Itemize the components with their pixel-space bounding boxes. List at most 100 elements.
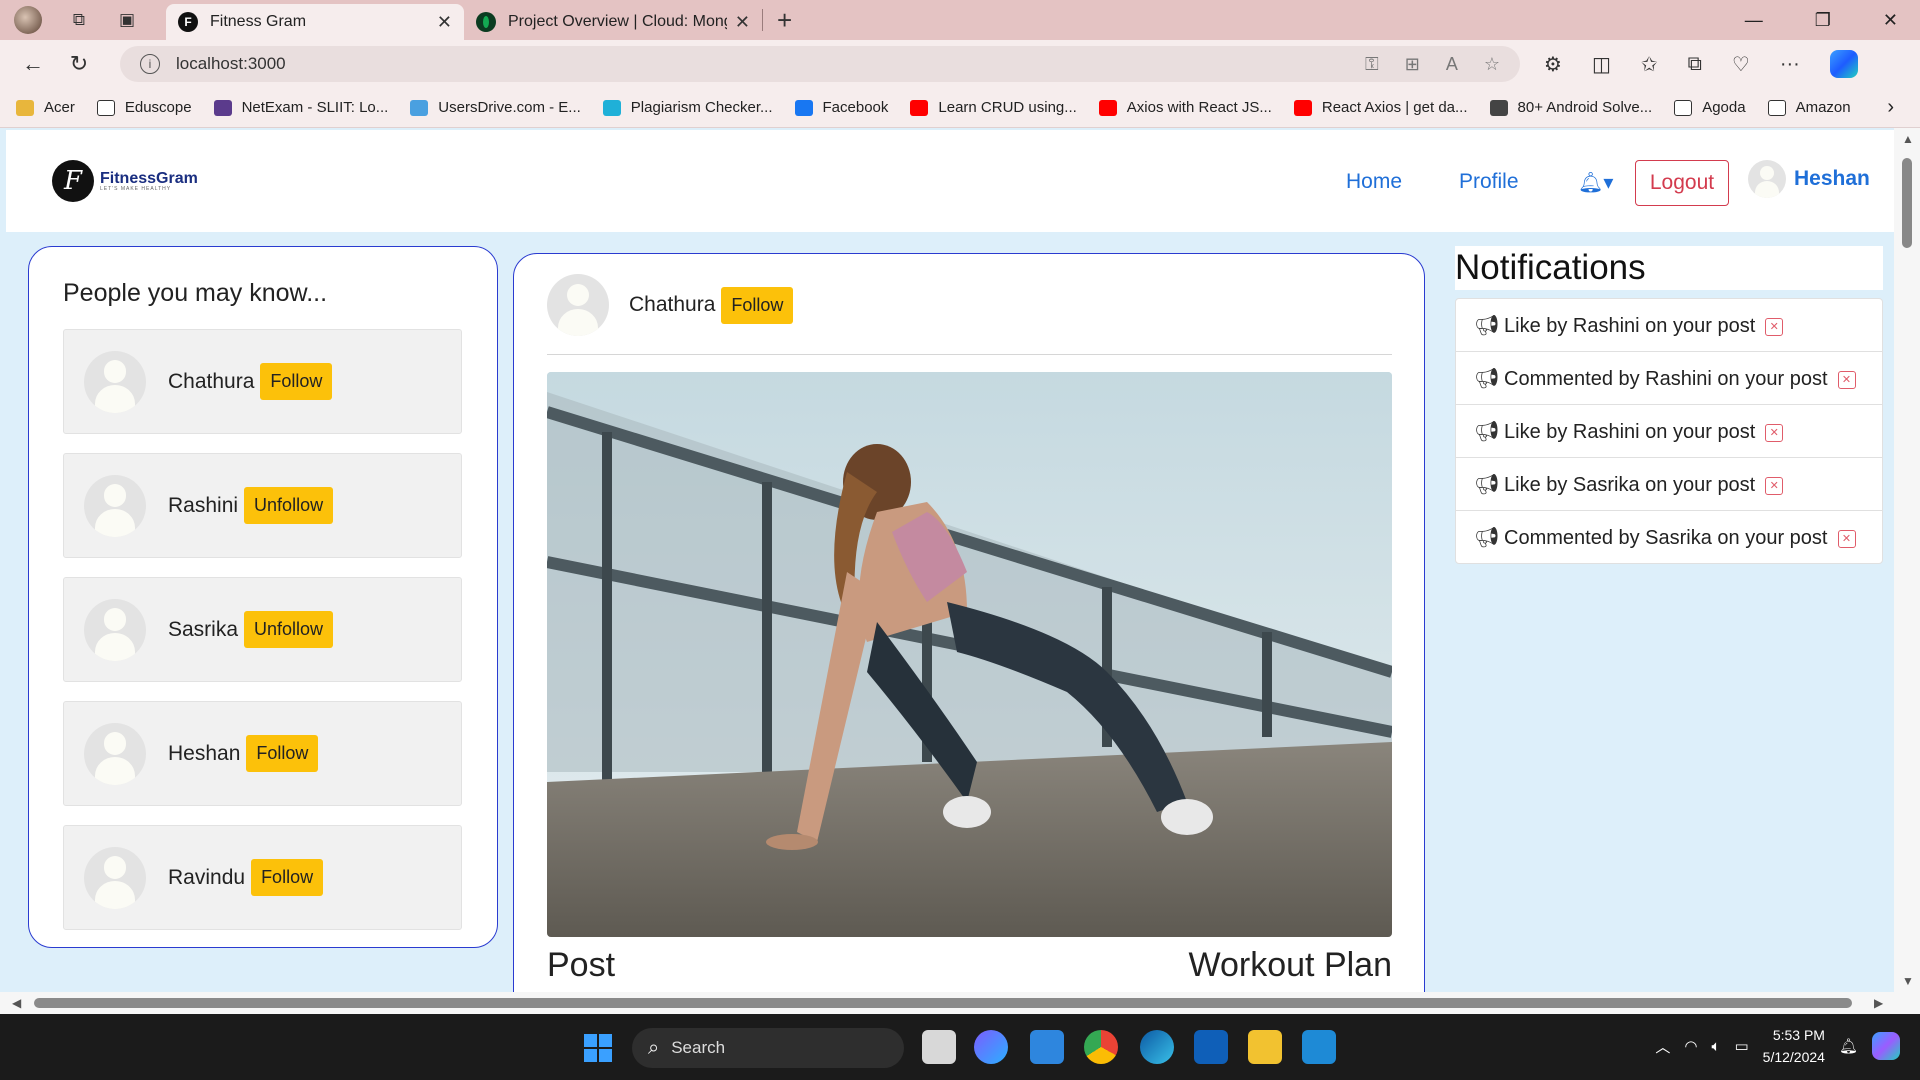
more-options-icon[interactable]: ··· (1780, 53, 1800, 76)
person-name[interactable]: Rashini (168, 494, 238, 518)
extensions-icon[interactable]: ⚙ (1544, 52, 1562, 77)
bookmark-label: Facebook (822, 99, 889, 116)
post-image-woman-workout[interactable] (547, 372, 1392, 937)
new-tab-button[interactable]: + (777, 5, 792, 36)
follow-button[interactable]: Follow (246, 735, 319, 772)
task-view-icon[interactable] (922, 1030, 956, 1064)
person-name[interactable]: Sasrika (168, 618, 238, 642)
bookmark-item[interactable]: Eduscope (96, 99, 192, 116)
tab-fitness-gram[interactable]: F Fitness Gram ✕ (166, 4, 464, 40)
bookmark-item[interactable]: Learn CRUD using... (910, 99, 1077, 116)
delete-notification-icon[interactable]: ✕ (1765, 476, 1784, 495)
minimize-icon[interactable]: — (1745, 10, 1763, 31)
nav-profile-link[interactable]: Profile (1459, 170, 1519, 194)
scroll-down-arrow-icon[interactable]: ▼ (1902, 974, 1914, 988)
person-avatar[interactable] (84, 474, 146, 537)
notification-text: Like by Sasrika on your post (1504, 474, 1756, 496)
person-avatar[interactable] (84, 350, 146, 413)
person-avatar[interactable] (84, 722, 146, 785)
post-author-avatar[interactable] (547, 274, 609, 336)
scroll-left-arrow-icon[interactable]: ◀ (12, 996, 21, 1010)
back-icon[interactable]: ← (10, 51, 56, 77)
windows-start-icon[interactable] (584, 1034, 612, 1062)
unfollow-button[interactable]: Unfollow (244, 487, 334, 524)
horizontal-scroll-thumb[interactable] (34, 998, 1852, 1008)
post-author-name[interactable]: Chathura (629, 293, 715, 317)
app-available-icon[interactable]: ⊞ (1405, 54, 1420, 75)
bookmark-item[interactable]: Axios with React JS... (1098, 99, 1272, 116)
bookmark-label: React Axios | get da... (1321, 99, 1468, 116)
read-aloud-icon[interactable]: A (1446, 54, 1458, 75)
person-avatar[interactable] (84, 846, 146, 909)
file-explorer-icon[interactable] (1248, 1030, 1282, 1064)
delete-notification-icon[interactable]: ✕ (1837, 529, 1856, 548)
nav-home-link[interactable]: Home (1346, 170, 1402, 194)
workout-plan-tab-label[interactable]: Workout Plan (1189, 946, 1392, 985)
clock[interactable]: 5:53 PM 5/12/2024 (1763, 1024, 1825, 1068)
notification-bell-icon[interactable]: 🔔︎ (1839, 1037, 1858, 1055)
reload-icon[interactable]: ↻ (56, 51, 102, 77)
bookmark-item[interactable]: React Axios | get da... (1293, 99, 1468, 116)
post-tab-label[interactable]: Post (547, 946, 615, 985)
workspaces-icon[interactable]: ⧉ (68, 9, 90, 31)
password-key-icon[interactable]: ⚿ (1365, 54, 1379, 75)
favorite-star-icon[interactable]: ☆ (1484, 54, 1500, 75)
restore-icon[interactable]: ❐ (1815, 10, 1831, 31)
browser-essentials-icon[interactable]: ♡ (1732, 52, 1750, 77)
vscode-icon[interactable] (1302, 1030, 1336, 1064)
bookmark-item[interactable]: Amazon (1767, 99, 1851, 116)
mail-icon[interactable] (1030, 1030, 1064, 1064)
copilot-tray-icon[interactable] (1872, 1032, 1900, 1060)
follow-button[interactable]: Follow (721, 286, 794, 324)
outlook-icon[interactable] (1194, 1030, 1228, 1064)
profile-avatar-icon[interactable] (14, 6, 42, 34)
tab-mongodb[interactable]: Project Overview | Cloud: MongoDB ✕ (464, 4, 762, 40)
bookmark-item[interactable]: Facebook (794, 99, 889, 116)
taskbar-search-box[interactable]: ⌕ Search (632, 1028, 904, 1068)
person-avatar[interactable] (84, 598, 146, 661)
battery-icon[interactable]: ▭ (1734, 1037, 1748, 1055)
close-tab-icon[interactable]: ✕ (735, 12, 750, 33)
favorites-icon[interactable]: ✩ (1641, 52, 1658, 77)
notifications-bell-dropdown-icon[interactable]: 🔔︎▾ (1578, 170, 1613, 195)
bookmarks-more-chevron-icon[interactable]: › (1887, 96, 1894, 119)
show-hidden-icons-chevron-icon[interactable]: ︿ (1655, 1036, 1670, 1057)
logout-button[interactable]: Logout (1635, 160, 1729, 206)
scroll-right-arrow-icon[interactable]: ▶ (1874, 996, 1883, 1010)
edge-icon[interactable] (1140, 1030, 1174, 1064)
bookmark-item[interactable]: Plagiarism Checker... (602, 99, 773, 116)
delete-notification-icon[interactable]: ✕ (1765, 423, 1784, 442)
scroll-up-arrow-icon[interactable]: ▲ (1902, 132, 1914, 146)
url-field[interactable]: i localhost:3000 ⚿ ⊞ A ☆ (120, 46, 1520, 82)
copilot-taskbar-icon[interactable] (974, 1030, 1008, 1064)
site-info-icon[interactable]: i (140, 54, 160, 74)
copilot-icon[interactable] (1829, 50, 1858, 78)
bookmark-item[interactable]: Acer (16, 99, 75, 116)
delete-notification-icon[interactable]: ✕ (1837, 370, 1856, 389)
chrome-icon[interactable] (1084, 1030, 1118, 1064)
delete-notification-icon[interactable]: ✕ (1765, 317, 1784, 336)
collections-icon[interactable]: ⧉ (1688, 53, 1702, 76)
fitnessgram-logo[interactable]: F FitnessGram LET'S MAKE HEALTHY (52, 160, 198, 202)
bookmark-item[interactable]: NetExam - SLIIT: Lo... (213, 99, 388, 116)
person-name[interactable]: Heshan (168, 742, 240, 766)
logo-text: FitnessGram (100, 169, 198, 187)
user-menu[interactable]: Heshan (1748, 160, 1870, 198)
bookmark-item[interactable]: UsersDrive.com - E... (410, 99, 581, 116)
split-screen-icon[interactable]: ◫ (1592, 52, 1611, 77)
bookmark-item[interactable]: Agoda (1674, 99, 1746, 116)
vertical-scroll-thumb[interactable] (1902, 158, 1912, 248)
follow-button[interactable]: Follow (251, 859, 324, 896)
tab-actions-icon[interactable]: ▣ (116, 9, 138, 31)
follow-button[interactable]: Follow (260, 363, 333, 400)
horizontal-scrollbar[interactable]: ◀ ▶ (0, 992, 1894, 1014)
person-name[interactable]: Chathura (168, 370, 254, 394)
close-window-icon[interactable]: ✕ (1883, 10, 1898, 31)
volume-icon[interactable]: 🔈︎ (1711, 1038, 1720, 1055)
unfollow-button[interactable]: Unfollow (244, 611, 334, 648)
bookmark-item[interactable]: 80+ Android Solve... (1489, 99, 1652, 116)
close-tab-icon[interactable]: ✕ (437, 12, 452, 33)
vertical-scrollbar[interactable]: ▲ ▼ (1894, 128, 1920, 1014)
wifi-icon[interactable]: ◠ (1684, 1037, 1697, 1055)
person-name[interactable]: Ravindu (168, 866, 245, 890)
